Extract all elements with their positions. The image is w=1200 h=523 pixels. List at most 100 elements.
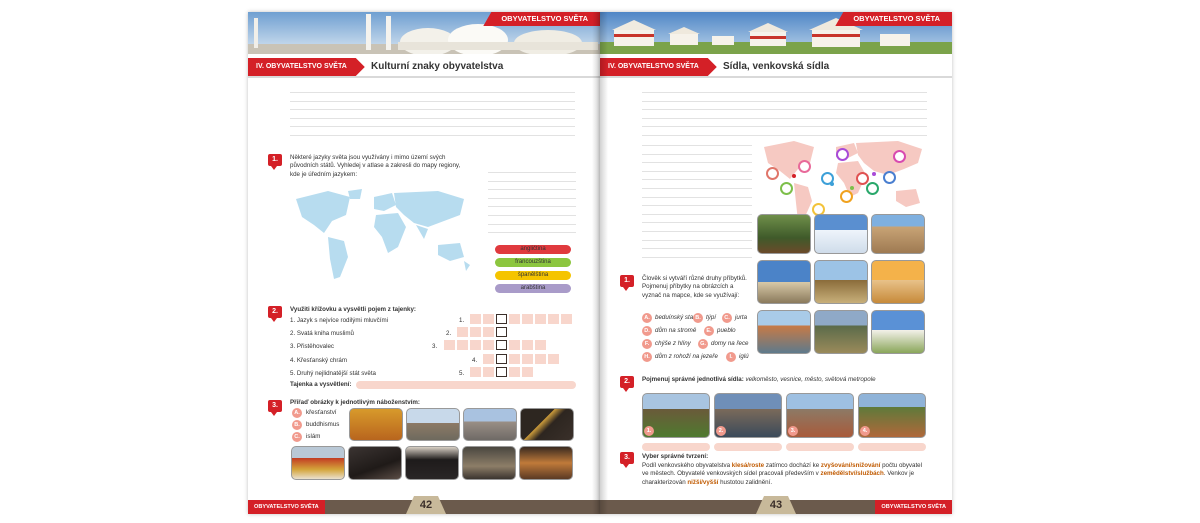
photo-bedouin-tent[interactable]	[871, 260, 925, 304]
crossword-cell[interactable]	[548, 354, 559, 364]
crossword-cell[interactable]	[509, 314, 520, 324]
photo-pueblo[interactable]	[871, 214, 925, 254]
statement-text: Podíl venkovského obyvatelstva	[642, 462, 732, 469]
writing-lines-top	[290, 92, 575, 144]
map-dot	[830, 182, 834, 186]
legend-french: francouzština	[495, 258, 571, 267]
task-2-number: 2.	[268, 306, 282, 322]
crossword-cell[interactable]	[483, 367, 494, 377]
map-pin[interactable]	[840, 190, 853, 203]
crossword-key-cell[interactable]	[496, 327, 507, 337]
crossword-cell[interactable]	[561, 314, 572, 324]
crossword-cell[interactable]	[548, 314, 559, 324]
option-letter: D.	[642, 326, 652, 336]
option-tipi: týpí	[706, 314, 716, 321]
crossword-cell[interactable]	[509, 367, 520, 377]
task-2-heading: Využiti křížovku a vysvětli pojem z taje…	[290, 306, 416, 313]
choice-lower-higher[interactable]: nižší/vyšší	[687, 479, 718, 486]
crossword-cell[interactable]	[457, 340, 468, 350]
crossword-cell[interactable]	[522, 354, 533, 364]
map-pin[interactable]	[836, 148, 849, 161]
photo-buddha-statue[interactable]	[462, 446, 516, 480]
row-number: 3.	[432, 343, 438, 350]
legend-arabic: arabština	[495, 284, 571, 293]
crossword-key-cell[interactable]	[496, 314, 507, 324]
map-pin[interactable]	[780, 182, 793, 195]
task-3-number: 3.	[620, 452, 634, 468]
photo-bible[interactable]	[348, 446, 402, 480]
option-letter: I.	[726, 352, 736, 362]
answer-field-1[interactable]	[642, 443, 710, 451]
crossword-cell[interactable]	[470, 340, 481, 350]
photo-igloo[interactable]	[814, 214, 868, 254]
crossword-cell[interactable]	[483, 340, 494, 350]
crossword-cell[interactable]	[535, 340, 546, 350]
crossword-cell[interactable]	[483, 327, 494, 337]
answer-field-4[interactable]	[858, 443, 926, 451]
photo-temple[interactable]	[291, 446, 345, 480]
photo-church[interactable]	[406, 408, 460, 441]
crossword-cell[interactable]	[522, 340, 533, 350]
option-lake-house: dům z rohoží na jezeře	[655, 353, 718, 360]
photo-veiled-woman[interactable]	[405, 446, 459, 480]
answer-field-3[interactable]	[786, 443, 854, 451]
task-2-heading: Pojmenuj správné jednotlivá sídla:	[642, 376, 744, 383]
crossword-cell[interactable]	[470, 367, 481, 377]
map-pin[interactable]	[798, 160, 811, 173]
section-ribbon: IV. OBYVATELSTVO SVĚTA	[600, 58, 717, 76]
choice-increase-decrease[interactable]: zvyšování/snižování	[821, 462, 881, 469]
photo-lake-reed-house[interactable]	[814, 310, 868, 354]
crossword-cell[interactable]	[483, 314, 494, 324]
header-tag: OBYVATELSTVO SVĚTA	[483, 12, 600, 26]
option-letter: F.	[642, 339, 652, 349]
footer-label: OBYVATELSTVO SVĚTA	[248, 500, 325, 514]
clue-1: 1. Jazyk s nejvíce rodilými mluvčími	[290, 317, 388, 324]
crossword-cell[interactable]	[535, 314, 546, 324]
crossword-cell[interactable]	[444, 340, 455, 350]
map-pin[interactable]	[766, 167, 779, 180]
photo-quran[interactable]	[520, 408, 574, 441]
crossword-cell[interactable]	[535, 354, 546, 364]
crossword-cell[interactable]	[509, 354, 520, 364]
crossword-key-cell[interactable]	[496, 354, 507, 364]
photo-icon-painting[interactable]	[519, 446, 573, 480]
map-dot	[850, 186, 854, 190]
photo-tipi[interactable]	[757, 260, 811, 304]
page-title: Kulturní znaky obyvatelstva	[371, 61, 504, 72]
crossword-cell[interactable]	[509, 340, 520, 350]
answer-field-2[interactable]	[714, 443, 782, 451]
task-3-paragraph: Podíl venkovského obyvatelstva klesá/ros…	[642, 462, 928, 487]
map-pin[interactable]	[883, 171, 896, 184]
page-number: 43	[756, 496, 796, 514]
row-number: 4.	[472, 357, 478, 364]
page-title: Sídla, venkovská sídla	[723, 61, 830, 72]
photo-mosque[interactable]	[463, 408, 517, 441]
choice-falls-rises[interactable]: klesá/roste	[732, 462, 764, 469]
secret-answer-field[interactable]	[356, 381, 576, 389]
task-1-text: Člověk si vytváří různé druhy příbytků. …	[642, 275, 747, 299]
photo-monks[interactable]	[349, 408, 403, 441]
photo-yurt[interactable]	[871, 310, 925, 354]
crossword-key-cell[interactable]	[496, 367, 507, 377]
map-pin[interactable]	[893, 150, 906, 163]
task-2-number: 2.	[620, 376, 634, 392]
crossword-cell[interactable]	[483, 354, 494, 364]
option-letter: A.	[292, 408, 302, 418]
crossword-cell[interactable]	[457, 327, 468, 337]
clue-3: 3. Přistěhovalec	[290, 343, 335, 350]
option-igloo: iglú	[739, 353, 749, 360]
crossword-key-cell[interactable]	[496, 340, 507, 350]
crossword-cell[interactable]	[470, 327, 481, 337]
choice-agriculture-services[interactable]: zemědělství/službách	[820, 470, 883, 477]
book-spread: OBYVATELSTVO SVĚTA IV. OBYVATELSTVO SVĚT…	[0, 0, 1200, 523]
legend-english: angličtina	[495, 245, 571, 254]
photo-mud-hut[interactable]	[814, 260, 868, 304]
photo-tree-house[interactable]	[757, 214, 811, 254]
crossword-cell[interactable]	[470, 314, 481, 324]
task-2-options: velkoměsto, vesnice, město, světová metr…	[745, 376, 876, 383]
crossword-cell[interactable]	[522, 367, 533, 377]
crossword-cell[interactable]	[522, 314, 533, 324]
clue-5: 5. Druhý nejlidnatější stát světa	[290, 370, 376, 377]
map-pin[interactable]	[866, 182, 879, 195]
photo-river-houses[interactable]	[757, 310, 811, 354]
